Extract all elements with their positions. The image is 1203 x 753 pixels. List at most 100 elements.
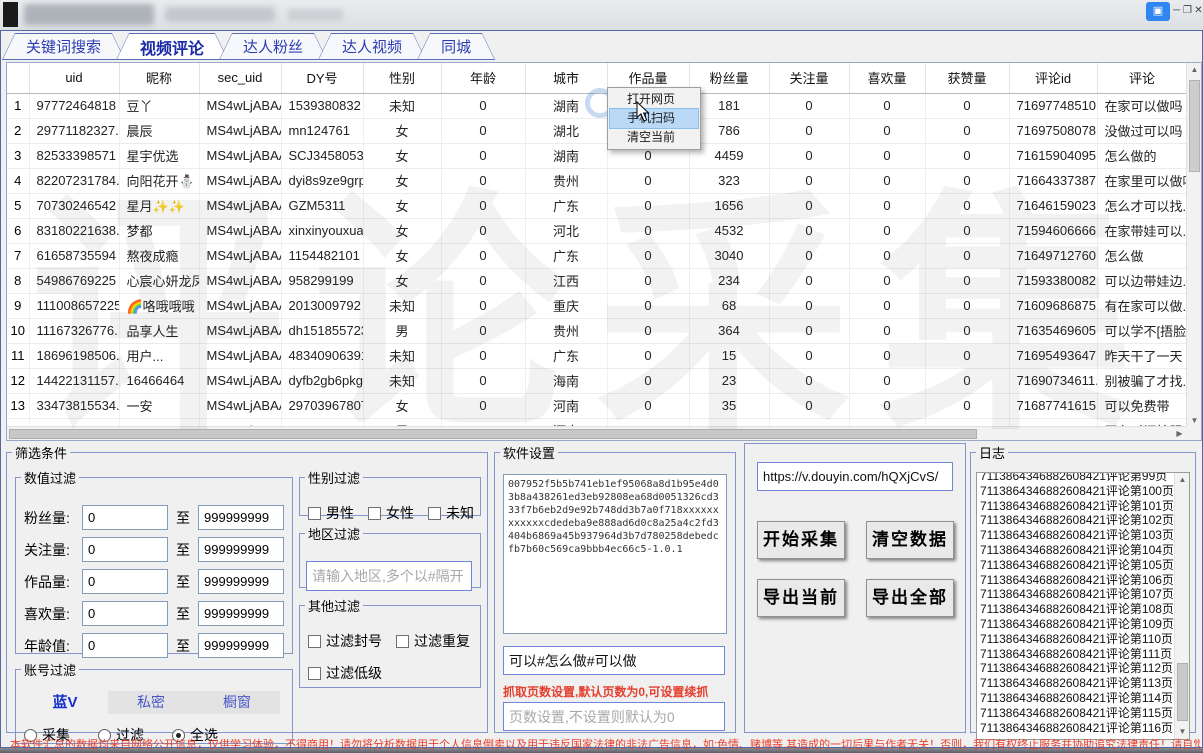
column-header[interactable]: 粉丝量 — [689, 63, 769, 93]
table-row[interactable]: 683180221638...梦都MS4wLjABAA...xinxinyoux… — [7, 218, 1187, 243]
table-cell: 河南 — [525, 393, 607, 418]
table-row[interactable]: 761658735594熬夜成瘾MS4wLjABAA...1154482101女… — [7, 243, 1187, 268]
gender-checkboxes: 男性女性未知 — [308, 503, 488, 525]
table-row[interactable]: 570730246542星月✨✨MS4wLjABAA...GZM5311女0广东… — [7, 193, 1187, 218]
context-menu-item[interactable]: 清空当前 — [610, 128, 698, 147]
tab-label: 达人粉丝 — [243, 36, 303, 57]
min-value-input[interactable] — [82, 505, 168, 530]
table-row[interactable]: 482207231784...向阳花开⛄MS4wLjABAA...dyi8s9z… — [7, 168, 1187, 193]
maximize-button[interactable]: ❐ — [1182, 3, 1193, 19]
column-header[interactable]: 年龄 — [441, 63, 525, 93]
column-header[interactable]: DY号 — [281, 63, 363, 93]
gender-filter-group: 性别过滤 男性女性未知 — [299, 468, 481, 516]
log-scroll-thumb[interactable] — [1177, 663, 1188, 721]
table-cell: 0 — [849, 118, 925, 143]
checkbox-过滤重复[interactable]: 过滤重复 — [396, 631, 470, 651]
column-header[interactable]: 获赞量 — [925, 63, 1009, 93]
keyword-input[interactable] — [503, 646, 725, 675]
scroll-up-icon[interactable]: ▲ — [1187, 63, 1202, 77]
table-cell: 0 — [849, 218, 925, 243]
checkbox-女性[interactable]: 女性 — [368, 503, 414, 523]
checkbox-label: 过滤封号 — [326, 631, 382, 651]
table-row[interactable]: 382533398571星宇优选MS4wLjABAA...SCJ34580533… — [7, 143, 1187, 168]
checkbox-未知[interactable]: 未知 — [428, 503, 474, 523]
max-value-input[interactable] — [198, 537, 284, 562]
table-cell: 786 — [689, 118, 769, 143]
table-cell: 71687741615... — [1009, 393, 1097, 418]
other-checkboxes-row1: 过滤封号过滤重复 — [308, 631, 484, 653]
log-entry: 7113864346882608421评论第110页 — [980, 632, 1172, 647]
max-value-input[interactable] — [198, 601, 284, 626]
column-header[interactable]: 关注量 — [769, 63, 849, 93]
table-cell: 54986769225 — [29, 268, 119, 293]
tab-同城[interactable]: 同城 — [417, 33, 495, 60]
minimize-button[interactable]: ─ — [1171, 3, 1182, 19]
table-row[interactable]: 9111008657225🌈咯哦哦哦 ...MS4wLjABAA...20130… — [7, 293, 1187, 318]
tab-视频评论[interactable]: 视频评论 — [116, 33, 228, 60]
page-count-input[interactable] — [503, 702, 725, 731]
table-cell: 71697508078... — [1009, 118, 1097, 143]
table-cell: MS4wLjABAA... — [199, 343, 281, 368]
min-value-input[interactable] — [82, 601, 168, 626]
table-cell: 0 — [607, 193, 689, 218]
log-scrollbar[interactable]: ▲ ▼ — [1174, 473, 1189, 739]
max-value-input[interactable] — [198, 505, 284, 530]
checkbox-过滤低级[interactable]: 过滤低级 — [308, 663, 382, 683]
tab-关键词搜索[interactable]: 关键词搜索 — [2, 33, 125, 60]
table-cell: 在家带娃可以... — [1097, 218, 1187, 243]
tab-达人视频[interactable]: 达人视频 — [318, 33, 426, 60]
export-all-button[interactable]: 导出全部 — [866, 579, 954, 617]
other-filter-group: 其他过滤 过滤封号过滤重复 过滤低级 — [299, 596, 481, 688]
table-row[interactable]: 1118696198506...用户...MS4wLjABAA...483409… — [7, 343, 1187, 368]
max-value-input[interactable] — [198, 569, 284, 594]
horizontal-scroll-thumb[interactable] — [9, 429, 977, 439]
license-textbox[interactable]: 007952f5b5b741eb1ef95068a8d1b95e4d03b8a4… — [503, 474, 727, 634]
log-entry: 7113864346882608421评论第102页 — [980, 513, 1172, 528]
context-menu-item[interactable]: 手机扫码 — [610, 109, 698, 128]
table-cell: 有在家可以做... — [1097, 293, 1187, 318]
table-cell: 12 — [7, 368, 29, 393]
account-tab-私密[interactable]: 私密 — [108, 691, 194, 714]
column-header[interactable]: 评论id — [1009, 63, 1097, 93]
horizontal-scrollbar[interactable]: ▶ — [7, 426, 1187, 440]
account-tab-蓝V[interactable]: 蓝V — [22, 691, 108, 714]
clear-data-button[interactable]: 清空数据 — [866, 521, 954, 559]
table-row[interactable]: 1011167326776...品享人生MS4wLjABAA...dh15185… — [7, 318, 1187, 343]
url-input[interactable] — [757, 462, 953, 491]
start-collect-button[interactable]: 开始采集 — [757, 521, 845, 559]
censored-title-block — [288, 9, 343, 21]
action-panel: 开始采集 清空数据 导出当前 导出全部 — [744, 443, 966, 733]
column-header[interactable]: 性别 — [363, 63, 441, 93]
log-scroll-up-icon[interactable]: ▲ — [1175, 473, 1190, 487]
region-input[interactable] — [306, 561, 472, 591]
vertical-scroll-thumb[interactable] — [1189, 80, 1200, 172]
tab-达人粉丝[interactable]: 达人粉丝 — [219, 33, 327, 60]
max-value-input[interactable] — [198, 633, 284, 658]
column-header[interactable]: 评论 — [1097, 63, 1187, 93]
table-row[interactable]: 854986769225心宸心妍龙凤胎MS4wLjABAA...95829919… — [7, 268, 1187, 293]
column-header[interactable]: uid — [29, 63, 119, 93]
min-value-input[interactable] — [82, 569, 168, 594]
export-current-button[interactable]: 导出当前 — [757, 579, 845, 617]
table-cell: GZM5311 — [281, 193, 363, 218]
checkbox-男性[interactable]: 男性 — [308, 503, 354, 523]
titlebar-app-button[interactable]: ▣ — [1146, 2, 1170, 21]
account-filter-group: 账号过滤 蓝V私密橱窗 采集过滤全选 — [15, 660, 293, 744]
table-cell: 0 — [607, 268, 689, 293]
column-header[interactable]: 喜欢量 — [849, 63, 925, 93]
column-header[interactable]: 昵称 — [119, 63, 199, 93]
account-tab-橱窗[interactable]: 橱窗 — [194, 691, 280, 714]
tab-label: 视频评论 — [140, 35, 204, 59]
log-list[interactable]: 7113864346882608421评论第99页711386434688260… — [976, 472, 1190, 740]
scroll-right-icon[interactable]: ▶ — [1172, 427, 1187, 441]
table-row[interactable]: 229771182327...晨辰MS4wLjABAA...mn124761女0… — [7, 118, 1187, 143]
min-value-input[interactable] — [82, 633, 168, 658]
min-value-input[interactable] — [82, 537, 168, 562]
vertical-scrollbar[interactable]: ▲ ▼ — [1186, 63, 1201, 428]
close-button[interactable]: ✕ — [1193, 3, 1203, 19]
column-header[interactable]: sec_uid — [199, 63, 281, 93]
table-row[interactable]: 1333473815534...一安MS4wLjABAA...297039678… — [7, 393, 1187, 418]
checkbox-过滤封号[interactable]: 过滤封号 — [308, 631, 382, 651]
table-row[interactable]: 1214422131157...16466464MS4wLjABAA...dyf… — [7, 368, 1187, 393]
context-menu-item[interactable]: 打开网页 — [610, 90, 698, 109]
